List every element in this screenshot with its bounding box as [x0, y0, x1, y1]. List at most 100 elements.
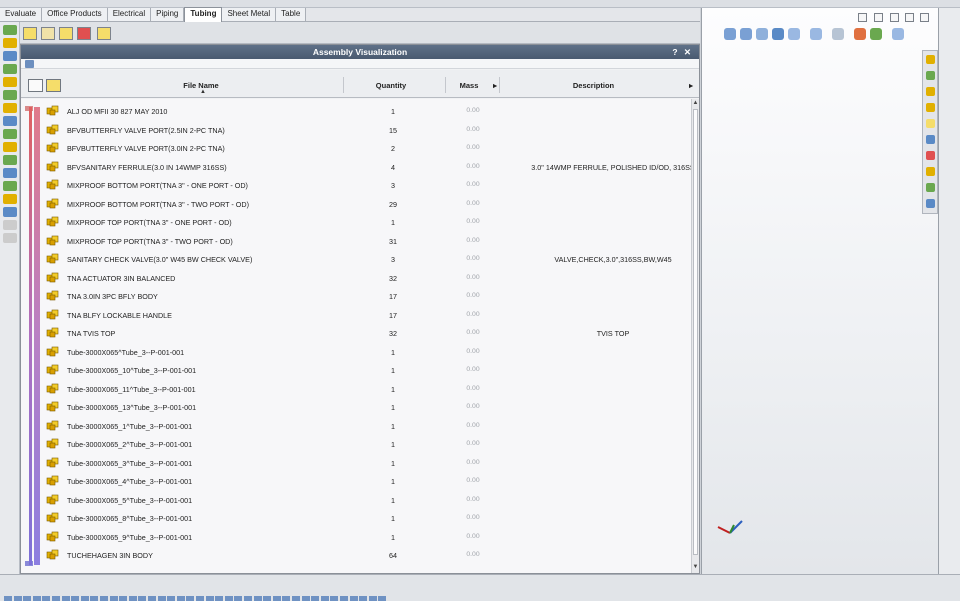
table-row[interactable]: SANITARY CHECK VALVE(3.0" W45 BW CHECK V…	[43, 250, 689, 269]
table-row[interactable]: MIXPROOF BOTTOM PORT(TNA 3" - TWO PORT -…	[43, 195, 689, 214]
list-view-button[interactable]	[28, 79, 43, 92]
status-tool-icon[interactable]	[4, 596, 12, 601]
task-pane-icon[interactable]	[926, 119, 935, 128]
restore-icon[interactable]	[905, 13, 914, 22]
status-tool-icon[interactable]	[330, 596, 339, 601]
table-row[interactable]: Tube-3000X065_8^Tube_3--P-001-001 1 0.00	[43, 509, 689, 528]
assembly-icon[interactable]	[59, 27, 73, 40]
table-row[interactable]: MIXPROOF TOP PORT(TNA 3" - TWO PORT - OD…	[43, 232, 689, 251]
display-style-icon[interactable]	[810, 28, 822, 40]
status-tool-icon[interactable]	[186, 596, 195, 601]
status-tool-icon[interactable]	[311, 596, 320, 601]
table-row[interactable]: MIXPROOF TOP PORT(TNA 3" - ONE PORT - OD…	[43, 213, 689, 232]
tab-evaluate[interactable]: Evaluate	[0, 8, 43, 21]
status-tool-icon[interactable]	[263, 596, 272, 601]
table-row[interactable]: BFVSANITARY FERRULE(3.0 IN 14WMP 316SS) 4…	[43, 158, 695, 177]
scroll-down-arrow[interactable]: ▼	[692, 563, 699, 571]
status-tool-icon[interactable]	[167, 596, 176, 601]
status-tool-icon[interactable]	[32, 596, 41, 601]
table-row[interactable]: TNA ACTUATOR 3IN BALANCED 32 0.00	[43, 269, 689, 288]
table-row[interactable]: Tube-3000X065_5^Tube_3--P-001-001 1 0.00	[43, 491, 689, 510]
status-tool-icon[interactable]	[80, 596, 89, 601]
filter-icon[interactable]	[25, 60, 34, 68]
table-row[interactable]: Tube-3000X065_9^Tube_3--P-001-001 1 0.00	[43, 528, 689, 547]
tool-icon[interactable]	[3, 103, 17, 113]
task-pane-icon[interactable]	[926, 167, 935, 176]
table-row[interactable]: TUCHEHAGEN 3IN BODY 64 0.00	[43, 546, 689, 565]
table-row[interactable]: Tube-3000X065_3^Tube_3--P-001-001 1 0.00	[43, 454, 689, 473]
mass-expand-arrow[interactable]: ▸	[491, 81, 499, 90]
previous-view-icon[interactable]	[756, 28, 768, 40]
status-tool-icon[interactable]	[282, 596, 291, 601]
table-row[interactable]: Tube-3000X065_10^Tube_3--P-001-001 1 0.00	[43, 361, 689, 380]
task-pane-icon[interactable]	[926, 87, 935, 96]
status-tool-icon[interactable]	[224, 596, 233, 601]
table-row[interactable]: Tube-3000X065_4^Tube_3--P-001-001 1 0.00	[43, 472, 689, 491]
status-tool-icon[interactable]	[301, 596, 310, 601]
task-pane-icon[interactable]	[926, 151, 935, 160]
table-row[interactable]: TNA BLFY LOCKABLE HANDLE 17 0.00	[43, 306, 689, 325]
task-pane-icon[interactable]	[926, 55, 935, 64]
column-options-button[interactable]	[46, 79, 61, 92]
scroll-thumb[interactable]	[693, 109, 698, 555]
hide-show-icon[interactable]	[832, 28, 844, 40]
status-tool-icon[interactable]	[13, 596, 22, 601]
status-tool-icon[interactable]	[244, 596, 252, 601]
column-separator[interactable]	[445, 77, 446, 93]
status-tool-icon[interactable]	[378, 596, 387, 601]
status-tool-icon[interactable]	[90, 596, 99, 601]
status-tool-icon[interactable]	[234, 596, 243, 601]
status-tool-icon[interactable]	[128, 596, 137, 601]
close-icon[interactable]	[920, 13, 929, 22]
section-view-icon[interactable]	[772, 28, 784, 40]
status-tool-icon[interactable]	[368, 596, 377, 601]
status-tool-icon[interactable]	[292, 596, 300, 601]
window-tile-icon[interactable]	[858, 13, 867, 22]
status-tool-icon[interactable]	[148, 596, 156, 601]
tool-icon[interactable]	[3, 207, 17, 217]
table-row[interactable]: TNA 3.0IN 3PC BFLY BODY 17 0.00	[43, 287, 689, 306]
status-tool-icon[interactable]	[176, 596, 185, 601]
column-separator[interactable]	[499, 77, 500, 93]
status-tool-icon[interactable]	[205, 596, 214, 601]
vertical-scrollbar[interactable]: ▲ ▼	[691, 99, 699, 573]
table-row[interactable]: Tube-3000X065^Tube_3--P-001-001 1 0.00	[43, 343, 689, 362]
zoom-to-fit-icon[interactable]	[724, 28, 736, 40]
col-quantity[interactable]: Quantity	[361, 81, 421, 90]
table-icon[interactable]	[41, 27, 55, 40]
status-tool-icon[interactable]	[119, 596, 128, 601]
tab-piping[interactable]: Piping	[151, 8, 185, 21]
status-tool-icon[interactable]	[61, 596, 70, 601]
status-tool-icon[interactable]	[272, 596, 281, 601]
tool-icon[interactable]	[3, 155, 17, 165]
task-pane-icon[interactable]	[926, 199, 935, 208]
tool-icon[interactable]	[3, 233, 17, 243]
table-row[interactable]: TNA TVIS TOP 32 0.00 TVIS TOP	[43, 324, 689, 343]
table-row[interactable]: Tube-3000X065_13^Tube_3--P-001-001 1 0.00	[43, 398, 689, 417]
status-tool-icon[interactable]	[52, 596, 60, 601]
tab-sheet-metal[interactable]: Sheet Metal	[222, 8, 277, 21]
task-pane-icon[interactable]	[926, 103, 935, 112]
tool-icon[interactable]	[3, 77, 17, 87]
tool-icon[interactable]	[3, 116, 17, 126]
color-icon[interactable]	[77, 27, 91, 40]
table-row[interactable]: Tube-3000X065_1^Tube_3--P-001-001 1 0.00	[43, 417, 689, 436]
col-description[interactable]: Description	[541, 81, 646, 90]
tool-icon[interactable]	[3, 51, 17, 61]
table-row[interactable]: BFVBUTTERFLY VALVE PORT(2.5IN 2-PC TNA) 1…	[43, 121, 689, 140]
description-expand-arrow[interactable]: ▸	[687, 81, 695, 90]
task-pane-icon[interactable]	[926, 135, 935, 144]
status-tool-icon[interactable]	[109, 596, 118, 601]
status-tool-icon[interactable]	[359, 596, 368, 601]
table-row[interactable]: MIXPROOF BOTTOM PORT(TNA 3" - ONE PORT -…	[43, 176, 689, 195]
table-row[interactable]: BFVBUTTERFLY VALVE PORT(3.0IN 2-PC TNA) 2…	[43, 139, 689, 158]
appearance-icon[interactable]	[854, 28, 866, 40]
graphics-area[interactable]	[701, 8, 938, 574]
scroll-up-arrow[interactable]: ▲	[692, 99, 699, 107]
tab-tubing[interactable]: Tubing	[184, 7, 223, 22]
status-tool-icon[interactable]	[196, 596, 204, 601]
status-tool-icon[interactable]	[340, 596, 348, 601]
view-settings-icon[interactable]	[892, 28, 904, 40]
tool-icon[interactable]	[3, 90, 17, 100]
tool-icon[interactable]	[3, 168, 17, 178]
